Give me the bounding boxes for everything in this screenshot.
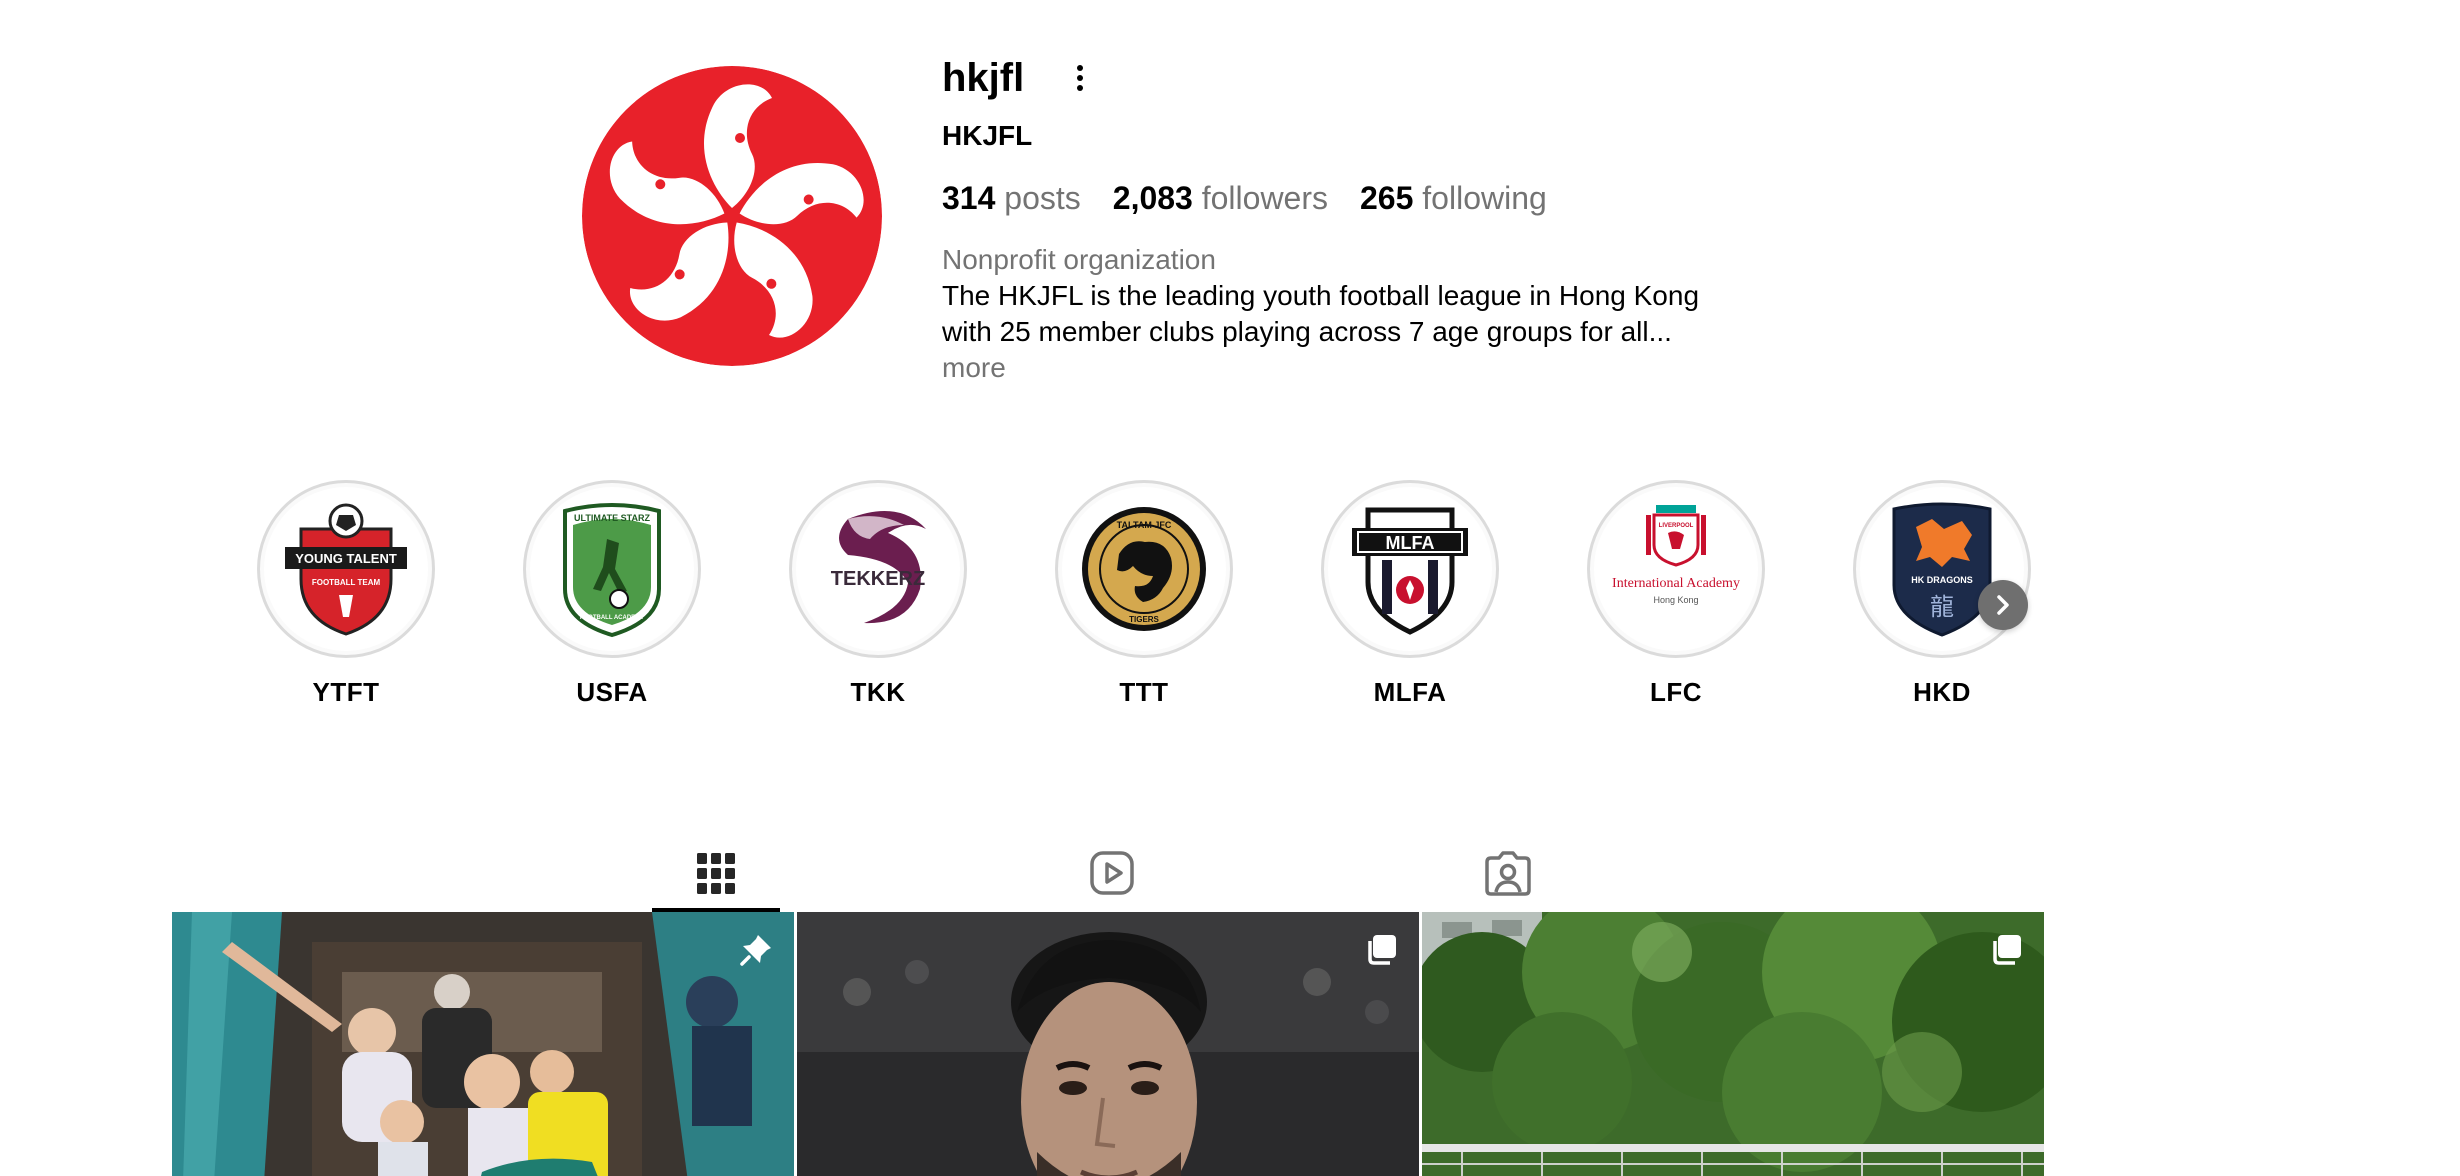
highlight-ring: TEKKERZ xyxy=(789,480,967,658)
profile-avatar[interactable] xyxy=(582,66,882,366)
tagged-icon xyxy=(1485,851,1531,896)
profile-full-name: HKJFL xyxy=(942,120,1033,151)
posts-count: 314 posts xyxy=(942,176,1081,220)
pin-icon xyxy=(740,935,771,966)
highlight-label: TKK xyxy=(850,677,906,707)
tab-posts[interactable] xyxy=(652,836,780,912)
highlight-ring: TAI TAM JFC TIGERS xyxy=(1055,480,1233,658)
tab-tagged[interactable] xyxy=(1444,836,1572,910)
profile-username: hkjfl xyxy=(942,56,1025,100)
highlight-label: LFC xyxy=(1649,677,1703,707)
hk-flag-logo-icon xyxy=(582,66,882,366)
followers-link[interactable]: 2,083 followers xyxy=(1113,176,1328,220)
post-thumbnail[interactable] xyxy=(1422,912,2044,1176)
profile-bio-text: The HKJFL is the leading youth football … xyxy=(942,280,1700,347)
svg-text:龍: 龍 xyxy=(1930,593,1954,621)
profile-category: Nonprofit organization xyxy=(942,244,1216,275)
liverpool-logo-icon: LIVERPOOL International Academy Hong Kon… xyxy=(1594,487,1758,651)
ytft-logo-icon: YOUNG TALENT FOOTBALL TEAM xyxy=(264,487,428,651)
highlight-ttt[interactable]: TAI TAM JFC TIGERS TTT xyxy=(1052,480,1236,708)
carousel-icon xyxy=(1368,935,1396,965)
highlight-ring: MLFA xyxy=(1321,480,1499,658)
carousel-badge xyxy=(1986,930,2026,970)
mlfa-logo-icon: MLFA xyxy=(1328,487,1492,651)
pinned-badge xyxy=(736,930,776,970)
grid-icon xyxy=(697,853,735,894)
svg-text:YOUNG TALENT: YOUNG TALENT xyxy=(295,551,397,566)
highlights-next-button[interactable] xyxy=(1978,580,2028,630)
story-highlights: YOUNG TALENT FOOTBALL TEAM YTFT ULTIMATE… xyxy=(254,480,2031,720)
tekkerz-logo-icon: TEKKERZ xyxy=(796,487,960,651)
highlight-label: HKD xyxy=(1913,677,1971,707)
chevron-right-icon xyxy=(1997,595,2009,615)
followers-count-label: followers xyxy=(1201,180,1328,216)
highlight-label: YTFT xyxy=(312,677,380,707)
carousel-badge xyxy=(1361,930,1401,970)
followers-count-value: 2,083 xyxy=(1112,180,1193,216)
more-vertical-icon xyxy=(1077,65,1083,91)
posts-count-label: posts xyxy=(1004,180,1081,216)
highlight-lfc[interactable]: LIVERPOOL International Academy Hong Kon… xyxy=(1584,480,1768,708)
highlight-ring: LIVERPOOL International Academy Hong Kon… xyxy=(1587,480,1765,658)
highlight-ring: ULTIMATE STARZ FOOTBALL ACADEMY xyxy=(523,480,701,658)
tab-reels[interactable] xyxy=(1048,836,1176,910)
svg-text:ULTIMATE STARZ: ULTIMATE STARZ xyxy=(574,513,650,523)
post-thumbnail[interactable] xyxy=(797,912,1419,1176)
svg-text:FOOTBALL ACADEMY: FOOTBALL ACADEMY xyxy=(580,615,644,621)
svg-text:Hong Kong: Hong Kong xyxy=(1653,595,1698,605)
highlight-ring: YOUNG TALENT FOOTBALL TEAM xyxy=(257,480,435,658)
highlight-label: MLFA xyxy=(1373,677,1447,707)
svg-text:HK DRAGONS: HK DRAGONS xyxy=(1911,575,1973,585)
tai-tam-tigers-logo-icon: TAI TAM JFC TIGERS xyxy=(1062,487,1226,651)
posts-grid xyxy=(172,912,2044,1176)
post-image-player-portrait xyxy=(797,912,1419,1176)
highlight-mlfa[interactable]: MLFA MLFA xyxy=(1318,480,1502,708)
following-count-label: following xyxy=(1422,180,1547,216)
reels-icon xyxy=(1090,851,1134,895)
highlight-tkk[interactable]: TEKKERZ TKK xyxy=(786,480,970,708)
bio-more-link[interactable]: more xyxy=(942,352,1006,383)
svg-text:FOOTBALL TEAM: FOOTBALL TEAM xyxy=(312,578,381,587)
svg-text:TAI TAM JFC: TAI TAM JFC xyxy=(1117,520,1172,530)
profile-bio: The HKJFL is the leading youth football … xyxy=(942,278,1702,386)
svg-text:TIGERS: TIGERS xyxy=(1129,615,1159,624)
post-thumbnail[interactable] xyxy=(172,912,794,1176)
svg-text:International Academy: International Academy xyxy=(1612,576,1740,591)
profile-page: hkjfl HKJFL 314 posts 2,083 followers 26… xyxy=(0,0,2460,1176)
highlight-ytft[interactable]: YOUNG TALENT FOOTBALL TEAM YTFT xyxy=(254,480,438,708)
highlight-label: USFA xyxy=(576,677,648,707)
profile-stats: 314 posts 2,083 followers 265 following xyxy=(942,176,1547,220)
post-image-trees-goal xyxy=(1422,912,2044,1176)
svg-text:LIVERPOOL: LIVERPOOL xyxy=(1659,523,1694,529)
highlight-label: TTT xyxy=(1119,677,1169,707)
post-image-kids-tunnel xyxy=(172,912,794,1176)
svg-text:MLFA: MLFA xyxy=(1386,533,1435,553)
more-options-button[interactable] xyxy=(1064,60,1096,96)
highlight-ring: HK DRAGONS 龍 xyxy=(1853,480,2031,658)
following-count-value: 265 xyxy=(1360,180,1414,216)
svg-text:TEKKERZ: TEKKERZ xyxy=(831,568,925,590)
carousel-icon xyxy=(1993,935,2021,965)
highlight-usfa[interactable]: ULTIMATE STARZ FOOTBALL ACADEMY USFA xyxy=(520,480,704,708)
following-link[interactable]: 265 following xyxy=(1360,176,1547,220)
posts-count-value: 314 xyxy=(942,180,996,216)
usfa-logo-icon: ULTIMATE STARZ FOOTBALL ACADEMY xyxy=(530,487,694,651)
